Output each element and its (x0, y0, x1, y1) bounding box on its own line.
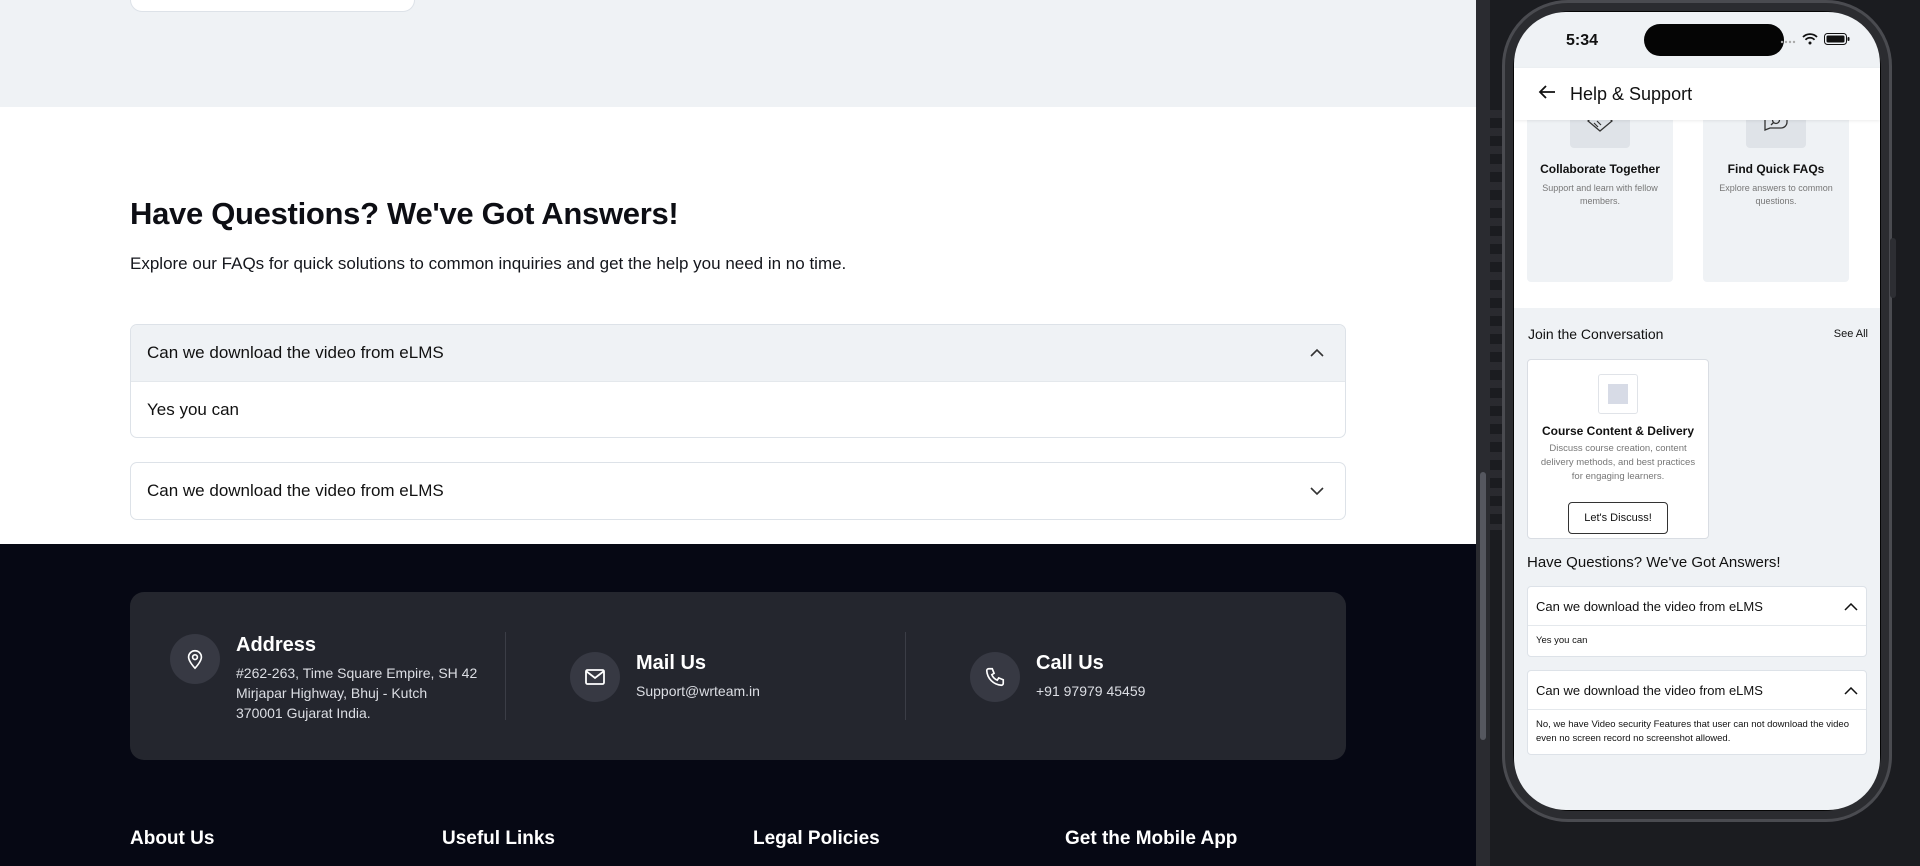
chevron-up-icon (1305, 341, 1329, 365)
footer-heading-links: Useful Links (442, 828, 555, 849)
mobile-faq-title: Have Questions? We've Got Answers! (1527, 554, 1781, 571)
mobile-faq-answer: Yes you can (1528, 625, 1866, 656)
contact-mail: Mail Us Support@wrteam.in (570, 652, 760, 702)
chevron-up-icon (1844, 599, 1858, 614)
discussion-desc: Discuss course creation, content deliver… (1540, 443, 1696, 482)
see-all-link[interactable]: See All (1834, 328, 1868, 340)
call-link[interactable]: +91 97979 45459 (1036, 681, 1145, 701)
phone-screen: 5:34 Help & Support Collaborate Together… (1514, 12, 1880, 810)
dynamic-island (1644, 24, 1784, 56)
call-heading: Call Us (1036, 652, 1104, 674)
mail-link[interactable]: Support@wrteam.in (636, 681, 760, 701)
feature-card[interactable]: Collaborate Together Support and learn w… (1527, 98, 1673, 282)
footer-heading-app: Get the Mobile App (1065, 828, 1238, 849)
app-bar: Help & Support (1514, 68, 1880, 120)
mobile-faq-item: Can we download the video from eLMS Yes … (1527, 586, 1867, 657)
contact-address: Address #262-263, Time Square Empire, SH… (170, 634, 477, 723)
address-line: 370001 Gujarat India. (236, 705, 371, 721)
mail-icon (570, 652, 620, 702)
status-time: 5:34 (1566, 32, 1599, 49)
code-gutter (1490, 110, 1502, 530)
web-page: Have Questions? We've Got Answers! Explo… (0, 0, 1476, 866)
feature-title: Collaborate Together (1540, 162, 1660, 176)
faq-question-text: Can we download the video from eLMS (147, 343, 444, 362)
footer-heading-legal: Legal Policies (753, 828, 880, 849)
mobile-faq-answer: No, we have Video security Features that… (1528, 709, 1866, 754)
faq-answer: Yes you can (131, 381, 1345, 437)
top-band (0, 0, 1476, 107)
contact-call: Call Us +91 97979 45459 (970, 652, 1145, 702)
page-scrollbar[interactable] (1476, 0, 1490, 866)
chevron-up-icon (1844, 683, 1858, 698)
battery-icon (1824, 32, 1850, 50)
join-title: Join the Conversation (1528, 326, 1664, 342)
divider (505, 632, 506, 720)
discussion-title: Course Content & Delivery (1541, 424, 1695, 438)
scrollbar-thumb[interactable] (1480, 472, 1486, 740)
top-pill (130, 0, 415, 12)
faq-question-text: Can we download the video from eLMS (147, 481, 444, 500)
wifi-icon (1802, 32, 1818, 50)
lets-discuss-button[interactable]: Let's Discuss! (1568, 502, 1668, 534)
side-scroll-indicator (1890, 238, 1896, 298)
signal-icon (1780, 32, 1796, 50)
address-line: #262-263, Time Square Empire, SH 42 (236, 665, 478, 681)
status-icons (1780, 32, 1850, 50)
app-bar-title: Help & Support (1570, 83, 1693, 104)
faq-question-toggle[interactable]: Can we download the video from eLMS (131, 325, 1345, 381)
feature-desc: Support and learn with fellow members. (1542, 183, 1658, 206)
feature-desc: Explore answers to common questions. (1719, 183, 1833, 206)
chevron-down-icon (1305, 479, 1329, 503)
faq-item: Can we download the video from eLMS Yes … (130, 324, 1346, 438)
mobile-faq-toggle[interactable]: Can we download the video from eLMS (1528, 671, 1866, 709)
faq-item: Can we download the video from eLMS (130, 462, 1346, 520)
phone-icon (970, 652, 1020, 702)
location-pin-icon (170, 634, 220, 684)
mobile-faq-toggle[interactable]: Can we download the video from eLMS (1528, 587, 1866, 625)
faq-question-toggle[interactable]: Can we download the video from eLMS (131, 463, 1345, 519)
feature-card[interactable]: Find Quick FAQs Explore answers to commo… (1703, 98, 1849, 282)
discussion-thumbnail (1598, 374, 1638, 414)
mail-heading: Mail Us (636, 652, 707, 674)
faq-subtitle: Explore our FAQs for quick solutions to … (130, 254, 847, 273)
mobile-faq-question: Can we download the video from eLMS (1536, 598, 1763, 614)
mobile-faq-item: Can we download the video from eLMS No, … (1527, 670, 1867, 755)
discussion-card: Course Content & Delivery Discuss course… (1527, 359, 1709, 539)
mobile-faq-question: Can we download the video from eLMS (1536, 682, 1763, 698)
footer-heading-about: About Us (130, 828, 215, 849)
feature-title: Find Quick FAQs (1727, 162, 1825, 176)
divider (905, 632, 906, 720)
address-line: Mirjapar Highway, Bhuj - Kutch (236, 685, 428, 701)
address-heading: Address (236, 634, 317, 656)
faq-title: Have Questions? We've Got Answers! (130, 196, 679, 231)
back-arrow-icon[interactable] (1538, 84, 1556, 105)
